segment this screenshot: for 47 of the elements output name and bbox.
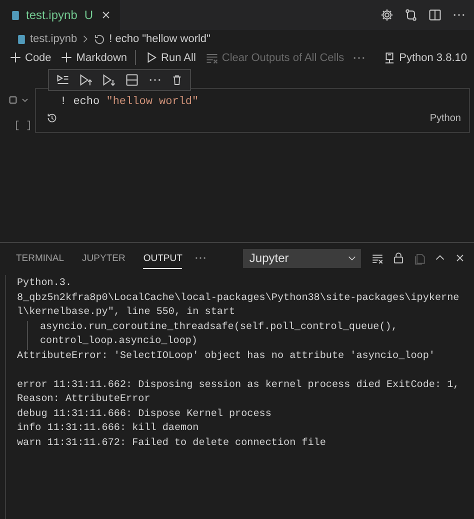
- cell-editor[interactable]: ! echo "hellow world" Python: [35, 88, 470, 133]
- breadcrumb-item[interactable]: ! echo "hellow world": [109, 33, 210, 45]
- output-line: l\kernelbase.py", line 550, in start: [17, 306, 236, 320]
- editor-tab[interactable]: test.ipynb U: [0, 0, 120, 30]
- run-below-icon[interactable]: [102, 73, 116, 87]
- run-all-button[interactable]: Run All: [142, 51, 199, 64]
- add-cell-button[interactable]: Code: [6, 51, 54, 64]
- cell-language[interactable]: Python: [430, 112, 461, 124]
- execution-count: [ ]: [13, 121, 32, 132]
- compare-icon[interactable]: [404, 8, 418, 22]
- close-icon[interactable]: [454, 252, 466, 264]
- run-icon: [145, 51, 158, 64]
- lock-icon[interactable]: [392, 251, 405, 265]
- output-line: debug 11:31:11.666: Dispose Kernel process: [17, 408, 272, 422]
- output-line: warn 11:31:11.672: Failed to delete connection file: [17, 436, 327, 450]
- output-line: 8_qbz5n2kfra8p0\LocalCache\local-packages\Python38\site-packages\ipykerne: [17, 292, 460, 306]
- breadcrumb-item[interactable]: test.ipynb: [30, 33, 78, 45]
- chevron-down-icon[interactable]: [21, 96, 29, 104]
- panel-tab[interactable]: OUTPUT: [143, 248, 182, 268]
- output-line: Reason: AttributeError: [17, 393, 152, 407]
- panel-tab[interactable]: JUPYTER: [82, 248, 126, 268]
- cell-icon: [93, 32, 106, 46]
- kernel-picker-button[interactable]: Python 3.8.10: [380, 50, 470, 64]
- output-line: info 11:31:11.666: kill daemon: [17, 422, 200, 436]
- split-cell-icon[interactable]: [125, 73, 139, 87]
- run-above-icon[interactable]: [79, 73, 93, 87]
- add-cell-button[interactable]: Markdown: [57, 51, 130, 64]
- settings-icon[interactable]: [380, 8, 394, 22]
- output-line: control_loop.asyncio_loop): [27, 335, 474, 350]
- history-icon[interactable]: [46, 112, 58, 124]
- output-channel-dropdown[interactable]: Jupyter: [243, 248, 361, 268]
- delete-icon[interactable]: [171, 73, 183, 87]
- panel-tab[interactable]: TERMINAL: [16, 248, 64, 268]
- split-editor-icon[interactable]: [428, 8, 442, 22]
- code-line: ! echo "hellow world": [59, 95, 200, 108]
- notebook-icon: [16, 32, 27, 46]
- notebook-icon: [10, 8, 21, 22]
- plus-icon: [9, 51, 22, 64]
- close-icon[interactable]: [100, 9, 112, 21]
- output-line: AttributeError: 'SelectIOLoop' object has no attribute 'asyncio_loop': [17, 350, 436, 364]
- plus-icon: [60, 51, 74, 64]
- kernel-icon: [383, 50, 396, 64]
- output-line: Python.3.: [17, 277, 73, 291]
- output-line: asyncio.run_coroutine_threadsafe(self.poll_control_queue(),: [27, 320, 474, 335]
- square-icon[interactable]: [8, 95, 18, 105]
- output-line: error 11:31:11.662: Disposing session as kernel process died ExitCode: 1,: [17, 378, 460, 392]
- run-by-line-icon[interactable]: [56, 73, 70, 87]
